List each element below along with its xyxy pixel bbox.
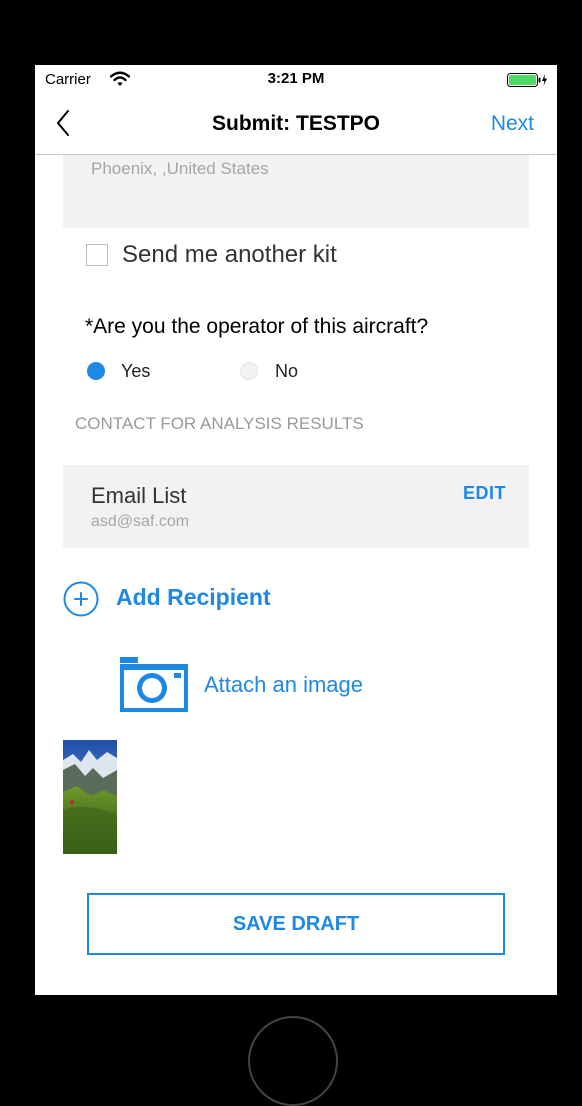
attach-image-label: Attach an image — [204, 672, 363, 697]
add-recipient-label: Add Recipient — [116, 584, 271, 610]
email-address: asd@saf.com — [91, 513, 190, 530]
battery-charging-icon — [507, 73, 549, 92]
send-kit-checkbox[interactable] — [86, 244, 108, 266]
radio-yes-label[interactable]: Yes — [121, 361, 150, 382]
status-time: 3:21 PM — [267, 70, 325, 87]
next-button[interactable]: Next — [491, 112, 534, 136]
camera-icon — [118, 655, 190, 720]
address-text: Phoenix, ,United States — [91, 159, 269, 178]
app-screen: Carrier 3:21 PM Submit: TESTPO Next Phoe… — [35, 65, 557, 995]
send-kit-label[interactable]: Send me another kit — [122, 241, 337, 269]
page-title: Submit: TESTPO — [212, 112, 380, 135]
navigation-bar: Submit: TESTPO Next — [35, 93, 557, 155]
radio-no[interactable] — [240, 362, 258, 380]
contact-section-heading: CONTACT FOR ANALYSIS RESULTS — [75, 414, 364, 433]
address-field: Phoenix, ,United States — [63, 155, 529, 228]
status-bar: Carrier 3:21 PM — [35, 65, 557, 93]
radio-no-label[interactable]: No — [275, 361, 298, 382]
attach-image-button[interactable]: Attach an image — [118, 655, 418, 715]
attached-image-thumbnail[interactable] — [63, 740, 117, 854]
operator-question: *Are you the operator of this aircraft? — [85, 315, 429, 338]
save-draft-button[interactable]: SAVE DRAFT — [87, 893, 505, 955]
add-circle-icon — [63, 581, 99, 622]
email-list-card: Email List asd@saf.com EDIT — [63, 465, 529, 548]
email-list-title: Email List — [91, 483, 187, 508]
radio-yes[interactable] — [87, 362, 105, 380]
home-button[interactable] — [248, 1016, 338, 1106]
edit-email-button[interactable]: EDIT — [463, 483, 506, 504]
